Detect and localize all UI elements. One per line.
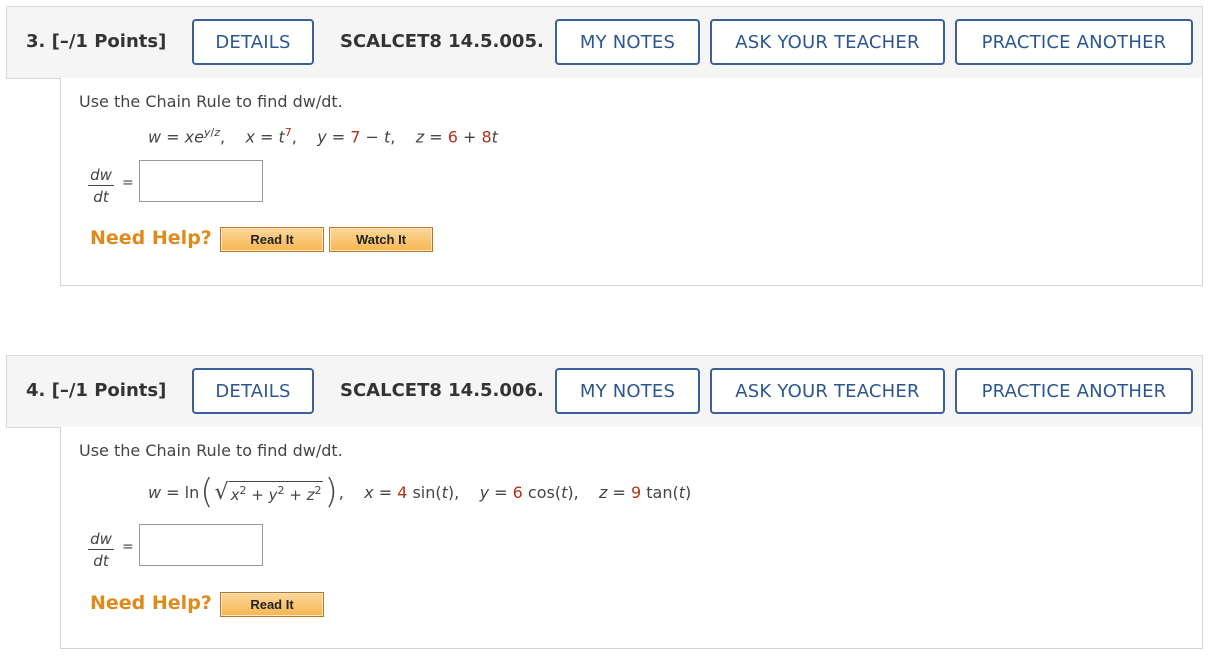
question-3: 3. [–/1 Points] DETAILS SCALCET8 14.5.00… — [6, 6, 1203, 286]
practice-another-button[interactable]: PRACTICE ANOTHER — [955, 19, 1193, 65]
question-prompt: Use the Chain Rule to find dw/dt. — [79, 92, 343, 111]
equation: w = ln ( √ x2 + y2 + z2 ) , x = 4 sin(t)… — [148, 472, 692, 512]
fraction-denominator: dt — [93, 188, 109, 206]
my-notes-button[interactable]: MY NOTES — [555, 19, 700, 65]
question-header: 3. [–/1 Points] DETAILS SCALCET8 14.5.00… — [6, 6, 1203, 79]
ask-your-teacher-button[interactable]: ASK YOUR TEACHER — [710, 368, 945, 414]
details-button[interactable]: DETAILS — [192, 19, 314, 65]
question-4: 4. [–/1 Points] DETAILS SCALCET8 14.5.00… — [6, 355, 1203, 651]
fraction-denominator: dt — [93, 552, 109, 570]
question-points: 4. [–/1 Points] — [26, 380, 167, 401]
ask-your-teacher-button[interactable]: ASK YOUR TEACHER — [710, 19, 945, 65]
equation: w = xey/z, x = t7, y = 7 − t, z = 6 + 8t — [148, 126, 498, 147]
answer-input[interactable] — [139, 160, 263, 202]
details-button[interactable]: DETAILS — [192, 368, 314, 414]
dw-dt-fraction: dw dt — [88, 530, 114, 570]
watch-it-button[interactable]: Watch It — [329, 227, 433, 252]
question-points: 3. [–/1 Points] — [26, 31, 167, 52]
read-it-button[interactable]: Read It — [220, 592, 324, 617]
answer-input[interactable] — [139, 524, 263, 566]
question-header: 4. [–/1 Points] DETAILS SCALCET8 14.5.00… — [6, 355, 1203, 428]
question-prompt: Use the Chain Rule to find dw/dt. — [79, 441, 343, 460]
question-code: SCALCET8 14.5.006. — [340, 380, 544, 401]
fraction-numerator: dw — [88, 530, 114, 550]
my-notes-button[interactable]: MY NOTES — [555, 368, 700, 414]
fraction-numerator: dw — [88, 166, 114, 186]
read-it-button[interactable]: Read It — [220, 227, 324, 252]
need-help-label: Need Help? — [90, 227, 212, 249]
dw-dt-fraction: dw dt — [88, 166, 114, 206]
equals-sign: = — [122, 175, 134, 191]
question-code: SCALCET8 14.5.005. — [340, 31, 544, 52]
need-help-label: Need Help? — [90, 592, 212, 614]
equals-sign: = — [122, 539, 134, 555]
practice-another-button[interactable]: PRACTICE ANOTHER — [955, 368, 1193, 414]
